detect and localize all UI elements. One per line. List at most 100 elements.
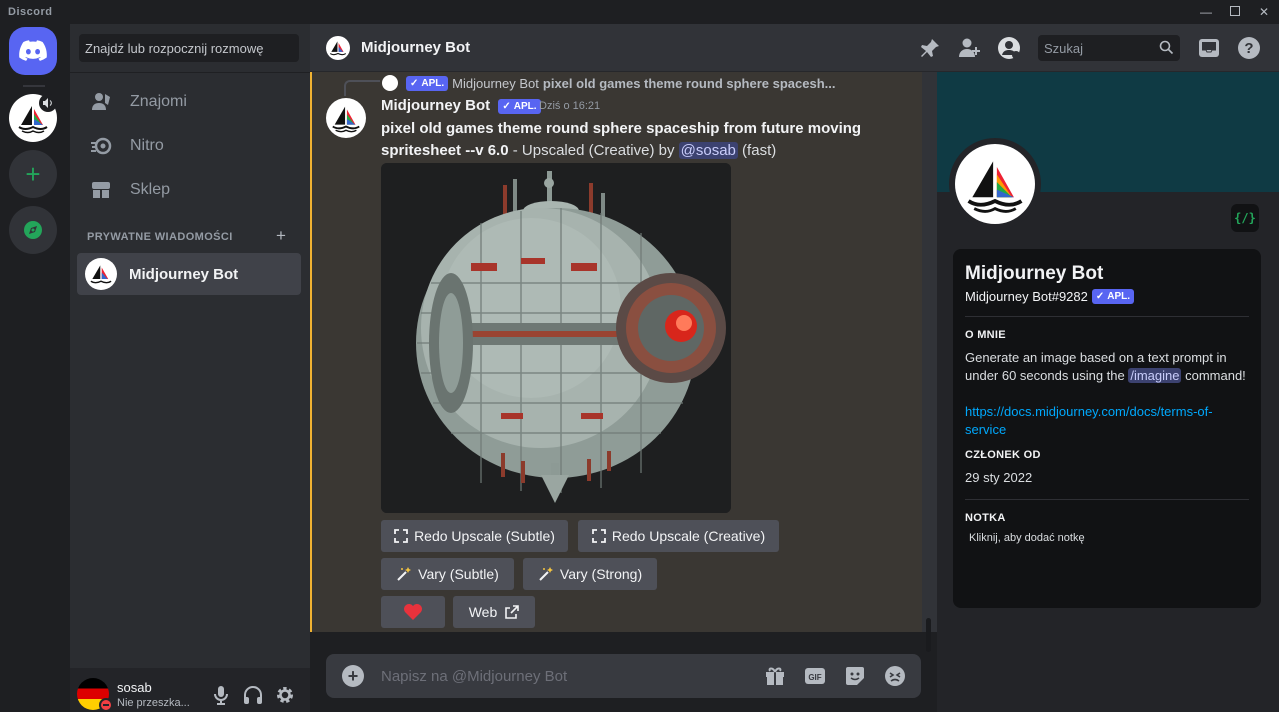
message-timestamp: Dziś o 16:21 xyxy=(539,100,601,112)
note-heading: NOTKA xyxy=(965,512,1006,524)
dm-item-midjourney-bot[interactable]: Midjourney Bot xyxy=(77,253,301,295)
button-label: Web xyxy=(468,604,498,620)
sidebar-item-label: Nitro xyxy=(130,137,164,154)
reply-preview[interactable]: ✓ APL. Midjourney Bot pixel old games the… xyxy=(382,74,902,92)
avatar xyxy=(382,75,398,91)
divider xyxy=(965,499,1249,500)
compass-icon xyxy=(24,221,42,239)
user-mention[interactable]: @sosab xyxy=(678,142,738,159)
discover-button[interactable] xyxy=(9,206,57,254)
sailboat-logo-icon xyxy=(967,161,1023,213)
expand-icon xyxy=(591,529,606,543)
reply-text: pixel old games theme round sphere space… xyxy=(542,75,836,91)
profile-card: Midjourney Bot Midjourney Bot#9282 ✓ APL.… xyxy=(953,249,1261,608)
profile-tag: Midjourney Bot#9282 ✓ APL. xyxy=(965,289,1249,304)
search-input[interactable]: Szukaj xyxy=(1038,35,1180,61)
minimize-icon[interactable]: — xyxy=(1197,3,1215,21)
sticker-icon[interactable] xyxy=(843,665,867,687)
svg-text:?: ? xyxy=(1244,40,1253,57)
user-panel: sosab Nie przeszka... xyxy=(70,668,310,712)
message-suffix: - Upscaled (Creative) by xyxy=(508,142,679,159)
page-title: Midjourney Bot xyxy=(361,39,471,56)
plus-icon: + xyxy=(25,159,41,189)
find-conversation-input[interactable]: Znajdź lub rozpocznij rozmowę xyxy=(79,34,299,62)
inbox-icon[interactable] xyxy=(1197,36,1221,60)
vary-subtle-button[interactable]: Vary (Subtle) xyxy=(381,558,514,590)
username: sosab xyxy=(117,680,152,695)
sidebar-item-label: Znajomi xyxy=(130,93,187,110)
create-dm-button[interactable]: + xyxy=(276,226,286,246)
attach-plus-icon[interactable]: + xyxy=(342,665,364,687)
maximize-icon[interactable] xyxy=(1226,3,1244,21)
check-icon: ✓ xyxy=(1095,291,1105,302)
profile-avatar[interactable] xyxy=(949,138,1041,230)
favorite-button[interactable] xyxy=(381,596,445,628)
avatar xyxy=(326,36,350,60)
headphones-icon[interactable] xyxy=(242,684,264,706)
message-author[interactable]: Midjourney Bot ✓ APL. xyxy=(381,97,541,114)
emoji-icon[interactable] xyxy=(883,665,907,687)
message-content: pixel old games theme round sphere space… xyxy=(381,118,901,162)
message-input[interactable]: Napisz na @Midjourney Bot xyxy=(381,668,567,685)
sidebar-item-friends[interactable]: Znajomi xyxy=(78,82,302,122)
sidebar-item-nitro[interactable]: Nitro xyxy=(78,126,302,166)
shop-icon xyxy=(90,179,112,201)
external-link-icon xyxy=(505,605,520,619)
magic-wand-icon xyxy=(396,566,412,582)
avatar xyxy=(85,258,117,290)
spaceship-illustration xyxy=(381,163,731,513)
redo-upscale-creative-button[interactable]: Redo Upscale (Creative) xyxy=(578,520,779,552)
pin-icon[interactable] xyxy=(918,36,942,60)
sidebar-item-label: Sklep xyxy=(130,181,171,198)
note-input[interactable]: Kliknij, aby dodać notkę xyxy=(969,532,1249,544)
button-label: Vary (Subtle) xyxy=(418,566,499,582)
microphone-icon[interactable] xyxy=(210,684,232,706)
nitro-icon xyxy=(90,135,112,157)
reply-author: Midjourney Bot xyxy=(452,75,539,91)
imagine-command[interactable]: /imagine xyxy=(1128,368,1182,383)
divider xyxy=(965,316,1249,317)
dm-section-heading: PRYWATNE WIADOMOŚCI xyxy=(87,231,233,243)
generated-image[interactable] xyxy=(381,163,731,513)
app-badge: ✓ APL. xyxy=(1091,289,1135,304)
gear-icon[interactable] xyxy=(274,684,296,706)
terms-link[interactable]: https://docs.midjourney.com/docs/terms-o… xyxy=(965,403,1249,439)
message-composer[interactable]: + Napisz na @Midjourney Bot GIF xyxy=(326,654,921,698)
add-server-button[interactable]: + xyxy=(9,150,57,198)
title-bar: Discord — ✕ xyxy=(0,0,1279,24)
discord-logo-icon xyxy=(19,40,47,61)
speaker-icon xyxy=(39,94,57,112)
expand-icon xyxy=(394,529,408,543)
member-since-heading: CZŁONEK OD xyxy=(965,449,1041,461)
redo-upscale-subtle-button[interactable]: Redo Upscale (Subtle) xyxy=(381,520,568,552)
app-name: Discord xyxy=(8,6,53,18)
chat-area: ✓ APL. Midjourney Bot pixel old games the… xyxy=(310,72,937,632)
magic-wand-icon xyxy=(538,566,554,582)
close-icon[interactable]: ✕ xyxy=(1255,3,1273,21)
check-icon: ✓ xyxy=(502,100,511,112)
profile-toggle-icon[interactable] xyxy=(997,36,1021,60)
web-link-button[interactable]: Web xyxy=(453,596,535,628)
reply-connector xyxy=(344,80,380,96)
discord-home-button[interactable] xyxy=(9,27,57,75)
chat-scrollbar[interactable] xyxy=(926,618,931,652)
check-icon: ✓ xyxy=(410,77,419,89)
gift-icon[interactable] xyxy=(763,665,787,687)
server-rail: + xyxy=(0,24,70,712)
sidebar-item-shop[interactable]: Sklep xyxy=(78,170,302,210)
member-since-date: 29 sty 2022 xyxy=(965,470,1033,485)
message-avatar[interactable] xyxy=(326,98,366,138)
about-text: Generate an image based on a text prompt… xyxy=(965,350,1246,383)
vary-strong-button[interactable]: Vary (Strong) xyxy=(523,558,657,590)
search-icon xyxy=(1159,40,1174,58)
add-friend-icon[interactable] xyxy=(957,36,981,60)
chat-header: Midjourney Bot Szukaj ? xyxy=(310,24,1279,72)
button-label: Vary (Strong) xyxy=(559,566,643,582)
help-icon[interactable]: ? xyxy=(1237,36,1261,60)
svg-text:GIF: GIF xyxy=(808,673,821,682)
slash-commands-badge[interactable]: {/} xyxy=(1231,204,1259,232)
rail-separator xyxy=(23,85,45,87)
gif-icon[interactable]: GIF xyxy=(803,665,827,687)
about-heading: O MNIE xyxy=(965,329,1006,341)
friends-icon xyxy=(90,91,112,113)
